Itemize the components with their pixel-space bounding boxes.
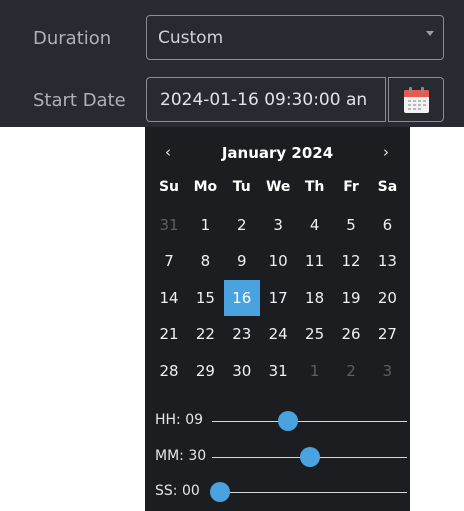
form-panel: Duration Custom Start Date 2024-01-16 09… <box>0 0 464 127</box>
month-title: January 2024 <box>221 144 334 162</box>
calendar-day[interactable]: 20 <box>369 280 405 316</box>
start-date-value: 2024-01-16 09:30:00 an <box>160 90 368 110</box>
weekday-header: Tu <box>232 179 251 195</box>
calendar-day[interactable]: 28 <box>151 353 187 389</box>
calendar-day-outside-month: 1 <box>309 361 320 380</box>
duration-value: Custom <box>158 28 224 48</box>
calendar-day[interactable]: 23 <box>224 316 260 352</box>
calendar-day[interactable]: 3 <box>260 207 296 243</box>
calendar-day[interactable]: 6 <box>369 207 405 243</box>
duration-select[interactable]: Custom <box>146 15 444 60</box>
weekday-header: Su <box>158 179 180 195</box>
calendar-day[interactable]: 18 <box>297 280 333 316</box>
start-date-input[interactable]: 2024-01-16 09:30:00 an <box>146 77 386 122</box>
weekday-header: We <box>265 179 291 195</box>
calendar-day[interactable]: 29 <box>187 353 223 389</box>
calendar-day[interactable]: 22 <box>187 316 223 352</box>
calendar-day[interactable]: 12 <box>333 243 369 279</box>
duration-label: Duration <box>33 28 112 49</box>
calendar-day[interactable]: 13 <box>369 243 405 279</box>
calendar-icon <box>404 87 429 113</box>
calendar-day-outside-month: 2 <box>346 361 356 380</box>
next-month-button[interactable]: › <box>383 143 389 161</box>
calendar-day[interactable]: 15 <box>187 280 223 316</box>
weekday-header: Mo <box>193 179 218 195</box>
calendar-day[interactable]: 30 <box>224 353 260 389</box>
start-date-label: Start Date <box>33 90 126 111</box>
calendar-day[interactable]: 10 <box>260 243 296 279</box>
weekday-header: Th <box>304 179 325 195</box>
calendar-day[interactable]: 31 <box>260 353 296 389</box>
calendar-day[interactable]: 2 <box>224 207 260 243</box>
calendar-day[interactable]: 11 <box>297 243 333 279</box>
calendar-day[interactable]: 14 <box>151 280 187 316</box>
calendar-day[interactable]: 24 <box>260 316 296 352</box>
calendar-day-outside-month: 31 <box>159 216 179 234</box>
hours-slider-track[interactable] <box>212 421 407 422</box>
minutes-slider-thumb[interactable] <box>299 447 320 467</box>
calendar-day[interactable]: 5 <box>333 207 369 243</box>
seconds-slider-thumb[interactable] <box>210 482 230 502</box>
calendar-day[interactable]: 4 <box>297 207 333 243</box>
weekday-header: Sa <box>377 179 398 195</box>
calendar-day[interactable]: 17 <box>260 280 296 316</box>
caret-down-icon <box>426 31 434 36</box>
minutes-label: MM: 30 <box>155 448 207 464</box>
calendar-day[interactable]: 21 <box>151 316 187 352</box>
calendar-day[interactable]: 27 <box>369 316 405 352</box>
calendar-day-selected[interactable]: 16 <box>223 279 260 316</box>
calendar-day[interactable]: 8 <box>187 243 223 279</box>
calendar-day[interactable]: 1 <box>187 207 223 243</box>
calendar-day-outside-month: 3 <box>382 361 393 380</box>
calendar-day[interactable]: 25 <box>297 316 333 352</box>
hours-label: HH: 09 <box>155 412 204 428</box>
seconds-slider-track[interactable] <box>212 492 407 493</box>
weekday-header: Fr <box>343 179 359 195</box>
calendar-button[interactable] <box>388 77 444 122</box>
hours-slider-thumb[interactable] <box>278 411 299 431</box>
calendar-day[interactable]: 9 <box>224 243 260 279</box>
calendar-day[interactable]: 7 <box>151 243 187 279</box>
date-picker: ‹ January 2024 › Su Mo Tu We Th Fr Sa 31 1 2 3 4 5 6… <box>145 127 410 511</box>
calendar-day[interactable]: 19 <box>333 280 369 316</box>
seconds-label: SS: 00 <box>155 483 200 499</box>
calendar-day[interactable]: 26 <box>333 316 369 352</box>
